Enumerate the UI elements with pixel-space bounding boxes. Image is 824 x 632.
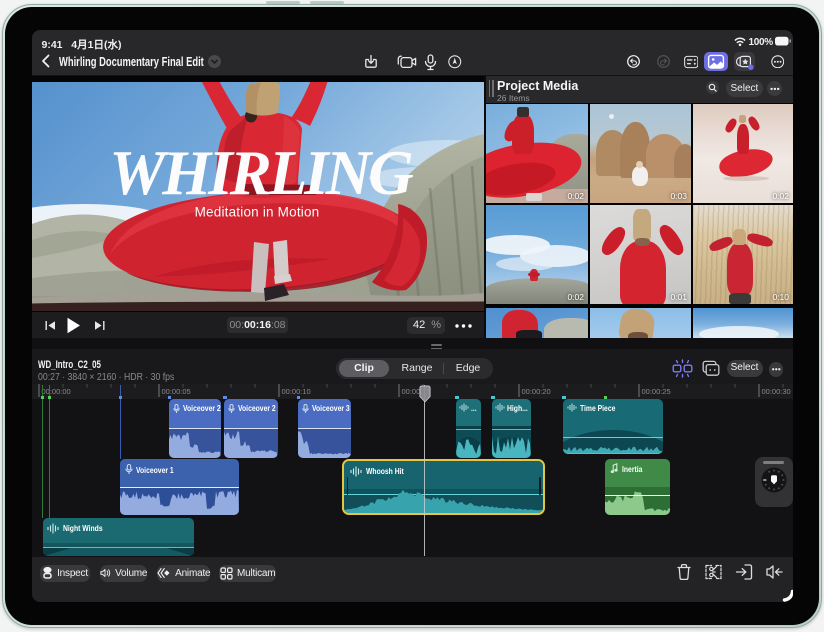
svg-text:100%: 100% — [748, 37, 773, 48]
svg-text:Meditation in Motion: Meditation in Motion — [194, 204, 319, 219]
svg-text:WHIRLING: WHIRLING — [109, 138, 413, 208]
